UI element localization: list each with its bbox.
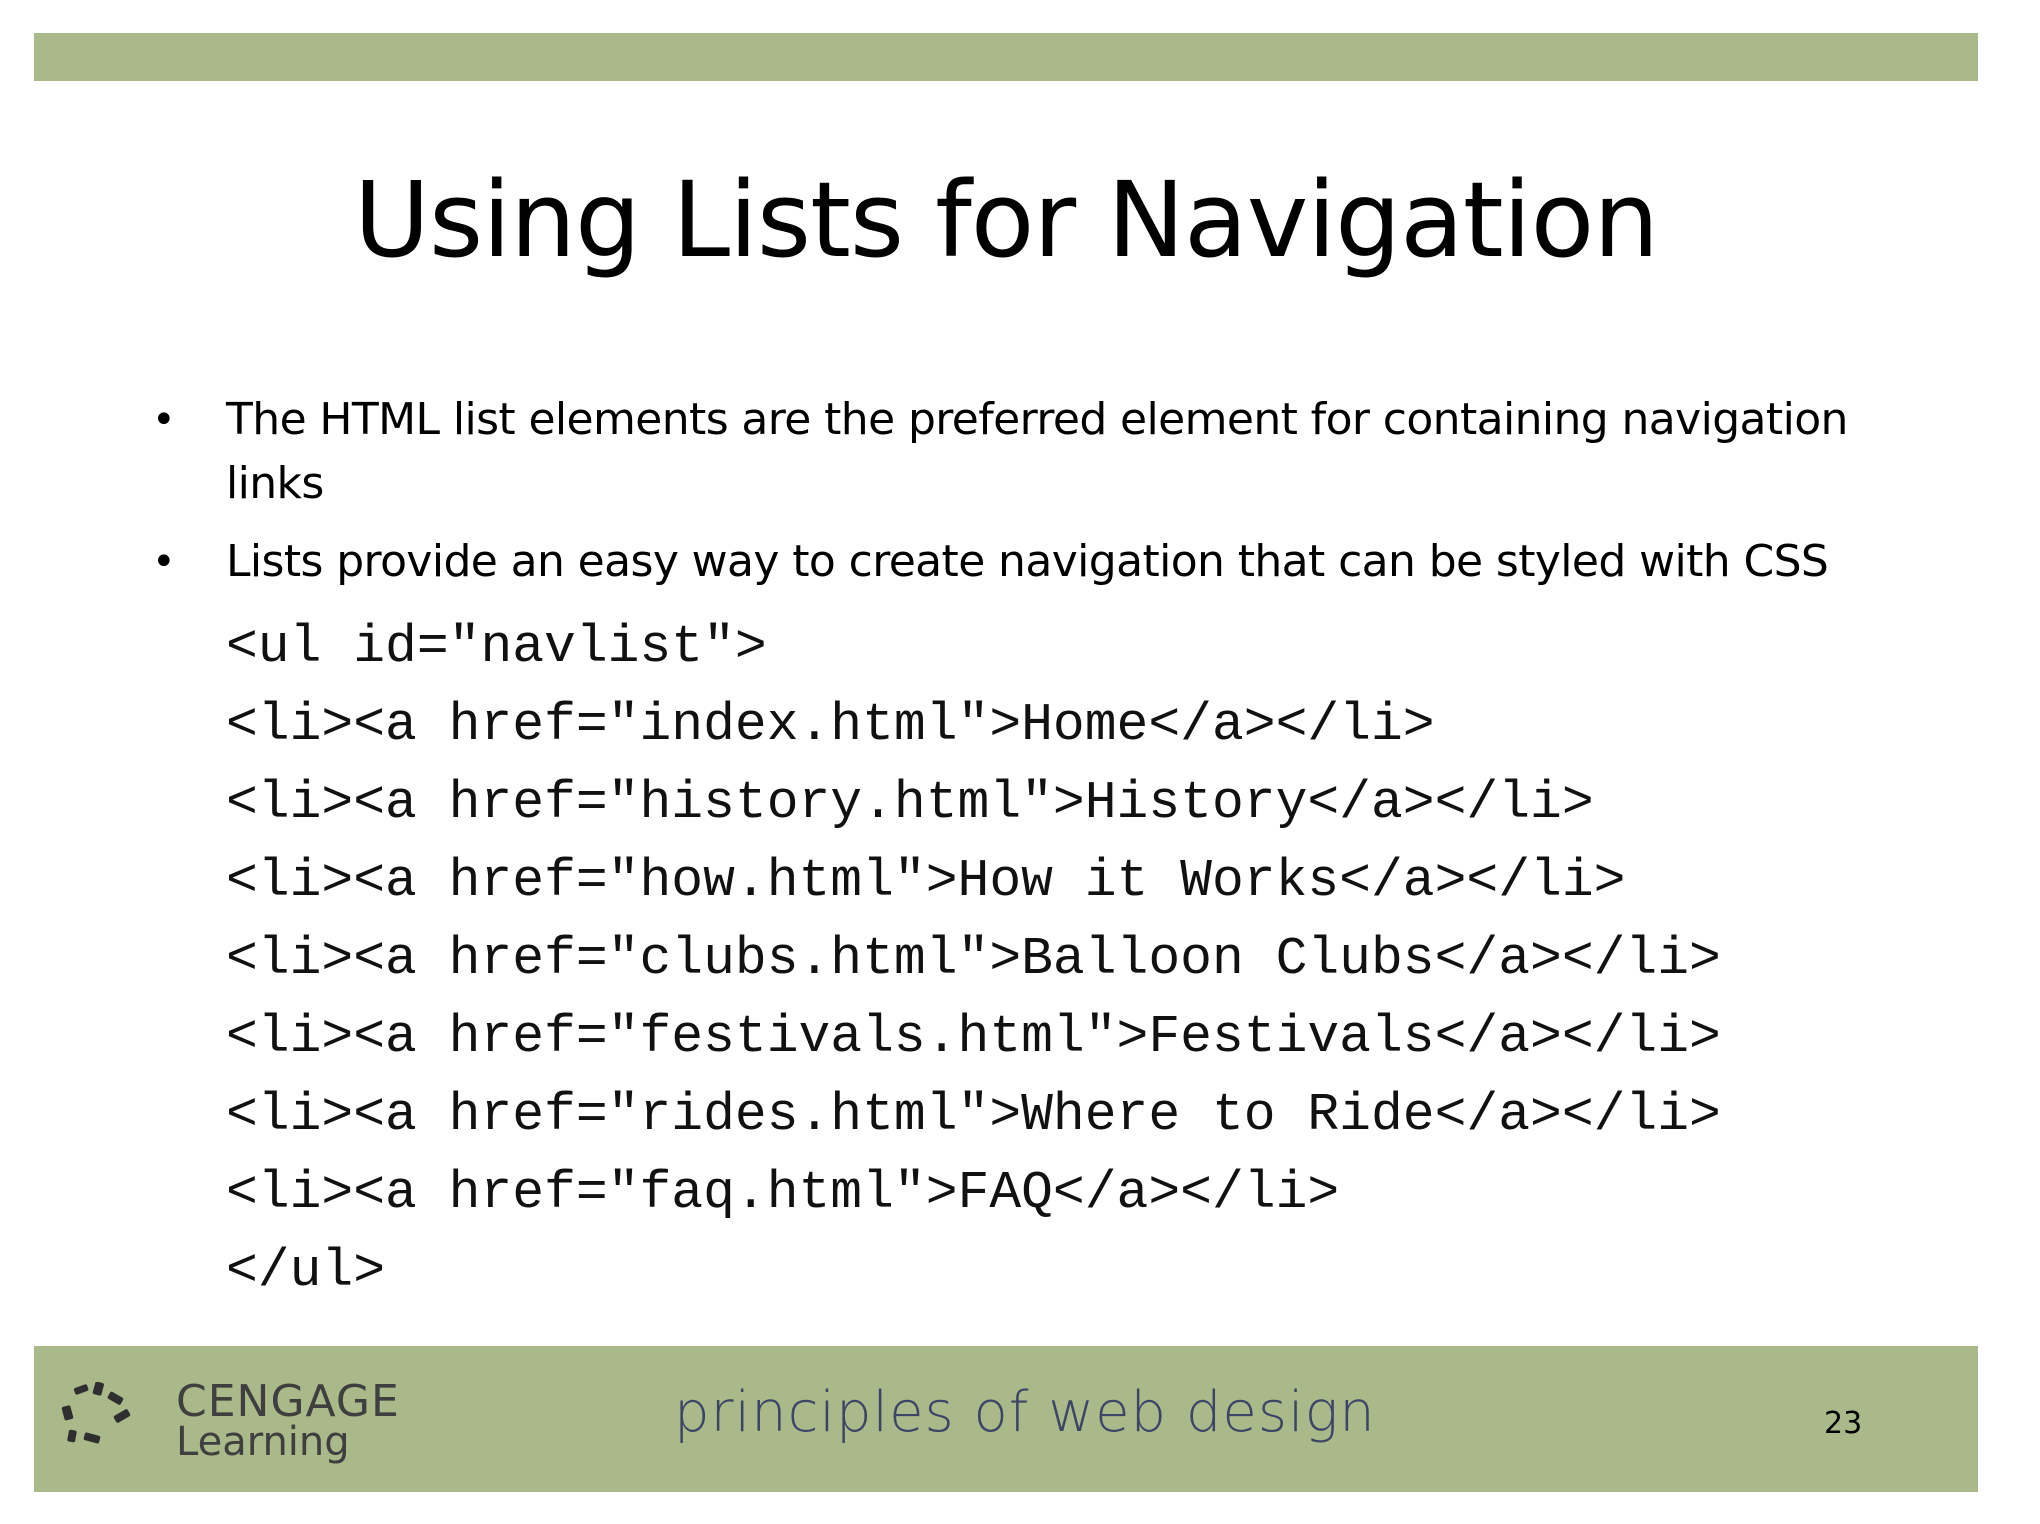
footer-tagline: principles of web design [674, 1380, 1376, 1445]
code-line: <li><a href="festivals.html">Festivals</… [226, 1007, 1721, 1067]
top-accent-bar [34, 33, 1978, 81]
code-line: <li><a href="faq.html">FAQ</a></li> [226, 1163, 1340, 1223]
cengage-logo-icon [61, 1382, 131, 1444]
bullet-text: Lists provide an easy way to create navi… [226, 536, 1829, 587]
bullet-list: • The HTML list elements are the preferr… [150, 388, 1910, 608]
footer-bar: CENGAGE Learning principles of web desig… [34, 1346, 1978, 1492]
code-line: </ul> [226, 1241, 386, 1301]
code-example: <ul id="navlist"> <li><a href="index.htm… [226, 608, 1721, 1310]
bullet-item: • The HTML list elements are the preferr… [150, 388, 1910, 516]
code-line: <li><a href="history.html">History</a></… [226, 773, 1594, 833]
bullet-dot-icon: • [152, 397, 176, 443]
slide-title: Using Lists for Navigation [353, 159, 1659, 281]
code-line: <li><a href="index.html">Home</a></li> [226, 695, 1435, 755]
code-line: <ul id="navlist"> [226, 617, 767, 677]
bullet-item: • Lists provide an easy way to create na… [150, 530, 1910, 594]
code-line: <li><a href="rides.html">Where to Ride</… [226, 1085, 1721, 1145]
bullet-text: The HTML list elements are the preferred… [226, 394, 1848, 509]
cengage-logo: CENGAGE Learning [58, 1376, 399, 1466]
code-line: <li><a href="clubs.html">Balloon Clubs</… [226, 929, 1721, 989]
page-number: 23 [1824, 1406, 1863, 1441]
bullet-dot-icon: • [152, 539, 176, 585]
logo-text-learning: Learning [176, 1419, 350, 1465]
code-line: <li><a href="how.html">How it Works</a><… [226, 851, 1626, 911]
